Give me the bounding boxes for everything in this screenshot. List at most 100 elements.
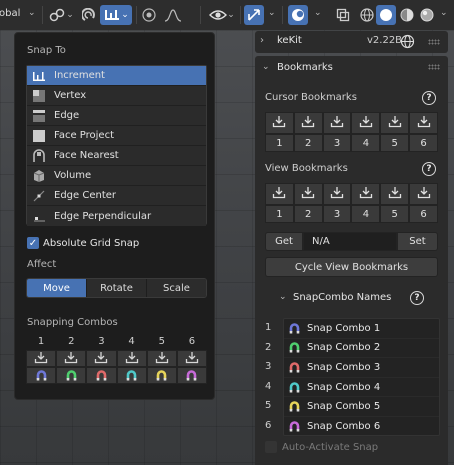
download-icon — [301, 115, 315, 131]
snap-option-vertex[interactable]: Vertex — [27, 86, 206, 106]
kekit-title: keKit — [277, 35, 302, 46]
increment-icon — [32, 69, 46, 83]
help-icon[interactable]: ? — [410, 291, 424, 305]
snapcombo-name-item[interactable]: Snap Combo 6 — [284, 417, 439, 437]
help-icon[interactable]: ? — [422, 162, 436, 176]
download-icon — [388, 186, 402, 202]
combo-activate-button[interactable] — [56, 367, 87, 384]
set-button[interactable]: Set — [397, 232, 438, 251]
combo-activate-button[interactable] — [146, 367, 177, 384]
drag-grip-icon[interactable] — [428, 39, 440, 45]
affect-rotate-button[interactable]: Rotate — [87, 279, 147, 297]
get-button[interactable]: Get — [265, 232, 303, 251]
combo-activate-button[interactable] — [176, 367, 208, 384]
cursor-bookmark-recall-button[interactable]: 6 — [409, 134, 438, 152]
view-bookmark-recall-button[interactable]: 4 — [351, 205, 381, 223]
magnet-icon — [288, 400, 301, 413]
visibility-icon[interactable]: ⌄ — [206, 5, 238, 25]
view-bookmark-recall-button[interactable]: 2 — [293, 205, 323, 223]
shading-dropdown-icon[interactable]: ⌄ — [440, 8, 448, 18]
globe-icon[interactable] — [400, 34, 415, 52]
snapcombo-name-item[interactable]: Snap Combo 1 — [284, 319, 439, 339]
combo-save-button[interactable] — [26, 350, 57, 367]
magnet-icon — [125, 369, 138, 382]
cursor-bookmark-recall-button[interactable]: 4 — [351, 134, 381, 152]
combo-save-button[interactable] — [176, 350, 208, 367]
help-icon[interactable]: ? — [422, 91, 436, 105]
combo-save-button[interactable] — [116, 350, 147, 367]
view-bookmark-recall-button[interactable]: 3 — [322, 205, 352, 223]
affect-move-button[interactable]: Move — [27, 279, 87, 297]
combo-activate-button[interactable] — [86, 367, 117, 384]
orientation-label[interactable]: obal — [0, 8, 20, 19]
view-bookmark-save-button[interactable] — [351, 183, 381, 205]
view-bookmark-save-button[interactable] — [380, 183, 410, 205]
snapcombo-name: Snap Combo 5 — [307, 401, 381, 413]
overlay-dropdown-icon[interactable]: ⌄ — [314, 8, 322, 18]
view-bookmark-save-button[interactable] — [409, 183, 438, 205]
snap-option-face-nearest[interactable]: Face Nearest — [27, 146, 206, 166]
proportional-edit-icon[interactable] — [140, 5, 158, 25]
chevron-down-icon[interactable]: ⌄ — [279, 292, 287, 302]
absolute-grid-snap-checkbox[interactable]: ✓ Absolute Grid Snap — [27, 237, 139, 249]
view-bookmark-save-button[interactable] — [265, 183, 294, 205]
snap-option-edge[interactable]: Edge — [27, 106, 206, 126]
auto-activate-snap-checkbox[interactable]: Auto-Activate Snap — [265, 441, 378, 453]
combo-activate-button[interactable] — [116, 367, 147, 384]
snapcombo-name-item[interactable]: Snap Combo 2 — [284, 339, 439, 359]
snapcombo-names-header[interactable]: SnapCombo Names — [293, 292, 391, 303]
transform-pivot-icon[interactable]: ⌄ — [48, 5, 74, 25]
snapcombo-index: 2 — [265, 341, 272, 353]
cursor-bookmark-save-button[interactable] — [322, 112, 352, 134]
proportional-icon[interactable] — [80, 5, 98, 25]
solid-shading-icon[interactable] — [376, 5, 396, 25]
gizmo-dropdown-icon[interactable]: ⌄ — [268, 8, 276, 18]
view-bookmark-recall-button[interactable]: 1 — [265, 205, 294, 223]
cursor-bookmark-save-button[interactable] — [380, 112, 410, 134]
combo-save-button[interactable] — [146, 350, 177, 367]
snapcombo-name-item[interactable]: Snap Combo 4 — [284, 378, 439, 398]
download-icon — [155, 351, 169, 367]
cursor-bookmark-save-button[interactable] — [265, 112, 294, 134]
cursor-bookmark-save-button[interactable] — [293, 112, 323, 134]
orientation-dropdown-icon[interactable]: ⌄ — [28, 8, 36, 18]
xray-icon[interactable] — [334, 5, 352, 25]
cursor-bookmark-recall-button[interactable]: 5 — [380, 134, 410, 152]
wireframe-shading-icon[interactable] — [358, 5, 376, 25]
combo-save-button[interactable] — [56, 350, 87, 367]
view-bookmark-recall-button[interactable]: 6 — [409, 205, 438, 223]
kekit-version: v2.22B — [367, 35, 403, 46]
bookmarks-header[interactable]: Bookmarks — [277, 62, 333, 73]
snap-toggle-icon[interactable]: ⌄ — [100, 5, 132, 25]
snapping-combos-header: Snapping Combos — [27, 317, 118, 328]
snapcombo-name-item[interactable]: Snap Combo 3 — [284, 358, 439, 378]
material-shading-icon[interactable] — [398, 5, 416, 25]
snap-option-volume[interactable]: Volume — [27, 166, 206, 186]
cycle-view-bookmarks-button[interactable]: Cycle View Bookmarks — [265, 257, 438, 277]
drag-grip-icon[interactable] — [428, 64, 440, 70]
overlay-icon[interactable] — [288, 5, 308, 25]
affect-scale-button[interactable]: Scale — [147, 279, 206, 297]
falloff-curve-icon[interactable] — [160, 5, 186, 25]
snap-option-increment[interactable]: Increment — [27, 66, 206, 86]
combo-activate-button[interactable] — [26, 367, 57, 384]
rendered-shading-icon[interactable] — [418, 5, 436, 25]
combo-save-button[interactable] — [86, 350, 117, 367]
view-bookmark-recall-button[interactable]: 5 — [380, 205, 410, 223]
snap-option-face-project[interactable]: Face Project — [27, 126, 206, 146]
cursor-bookmark-recall-button[interactable]: 3 — [322, 134, 352, 152]
cursor-bookmark-recall-button[interactable]: 2 — [293, 134, 323, 152]
magnet-icon — [288, 341, 301, 354]
kekit-panel-header[interactable]: › keKit v2.22B — [255, 31, 448, 53]
view-bookmark-save-button[interactable] — [293, 183, 323, 205]
cursor-bookmark-save-button[interactable] — [409, 112, 438, 134]
download-icon — [185, 351, 199, 367]
snap-option-edge-perpendicular[interactable]: Edge Perpendicular — [27, 206, 206, 226]
snap-option-edge-center[interactable]: Edge Center — [27, 186, 206, 206]
cursor-bookmark-recall-button[interactable]: 1 — [265, 134, 294, 152]
chevron-down-icon[interactable]: ⌄ — [262, 62, 270, 72]
cursor-bookmark-save-button[interactable] — [351, 112, 381, 134]
gizmo-icon[interactable] — [244, 5, 264, 25]
snapcombo-name-item[interactable]: Snap Combo 5 — [284, 397, 439, 417]
view-bookmark-save-button[interactable] — [322, 183, 352, 205]
